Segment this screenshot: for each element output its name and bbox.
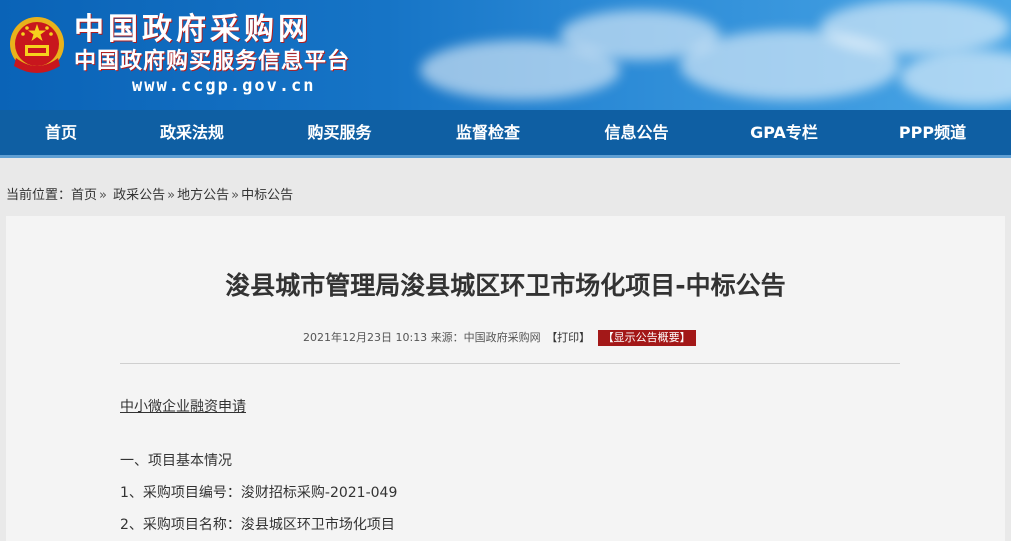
nav-item-supervision[interactable]: 监督检查 — [417, 109, 559, 157]
header-banner: 中国政府采购网 中国政府购买服务信息平台 www.ccgp.gov.cn — [0, 0, 1011, 110]
breadcrumb-local-notices[interactable]: 地方公告 — [177, 188, 229, 203]
breadcrumb-award-notices[interactable]: 中标公告 — [241, 188, 293, 203]
print-link[interactable]: 【打印】 — [546, 331, 590, 344]
breadcrumb-separator: » — [99, 188, 107, 203]
breadcrumb: 当前位置：首页» 政采公告» 地方公告» 中标公告 — [6, 186, 293, 206]
cloud-decoration — [900, 50, 1011, 105]
breadcrumb-separator: » — [231, 188, 240, 203]
nav-item-announcements[interactable]: 信息公告 — [559, 109, 714, 157]
nav-item-gpa[interactable]: GPA专栏 — [714, 109, 854, 157]
site-url[interactable]: www.ccgp.gov.cn — [132, 76, 316, 96]
divider — [120, 363, 900, 364]
site-subtitle: 中国政府购买服务信息平台 — [74, 49, 351, 74]
breadcrumb-separator: » — [167, 188, 176, 203]
breadcrumb-home[interactable]: 首页 — [71, 188, 97, 203]
show-summary-button[interactable]: 【显示公告概要】 — [597, 330, 696, 346]
sme-financing-link[interactable]: 中小微企业融资申请 — [120, 396, 246, 418]
site-name: 中国政府采购网 — [74, 12, 312, 47]
nav-item-regulations[interactable]: 政采法规 — [122, 109, 262, 157]
national-emblem-icon — [10, 17, 64, 73]
nav-item-ppp[interactable]: PPP频道 — [854, 109, 1011, 157]
main-nav: 首页 政采法规 购买服务 监督检查 信息公告 GPA专栏 PPP频道 — [0, 110, 1011, 158]
article-source: 来源：中国政府采购网 — [430, 331, 541, 344]
project-name: 2、采购项目名称：浚县城区环卫市场化项目 — [120, 517, 395, 533]
cloud-decoration — [820, 0, 1010, 55]
article-meta: 2021年12月23日 10:13 来源：中国政府采购网 【打印】 【显示公告概… — [303, 328, 696, 348]
nav-item-purchase-services[interactable]: 购买服务 — [262, 109, 417, 157]
article-title: 浚县城市管理局浚县城区环卫市场化项目-中标公告 — [225, 271, 786, 300]
nav-item-home[interactable]: 首页 — [0, 109, 122, 157]
breadcrumb-procurement-notices[interactable]: 政采公告 — [113, 188, 165, 203]
section-heading: 一、项目基本情况 — [120, 453, 232, 469]
publish-date: 2021年12月23日 10:13 — [303, 331, 428, 344]
project-number: 1、采购项目编号：浚财招标采购-2021-049 — [120, 485, 398, 501]
breadcrumb-prefix: 当前位置： — [6, 188, 72, 203]
